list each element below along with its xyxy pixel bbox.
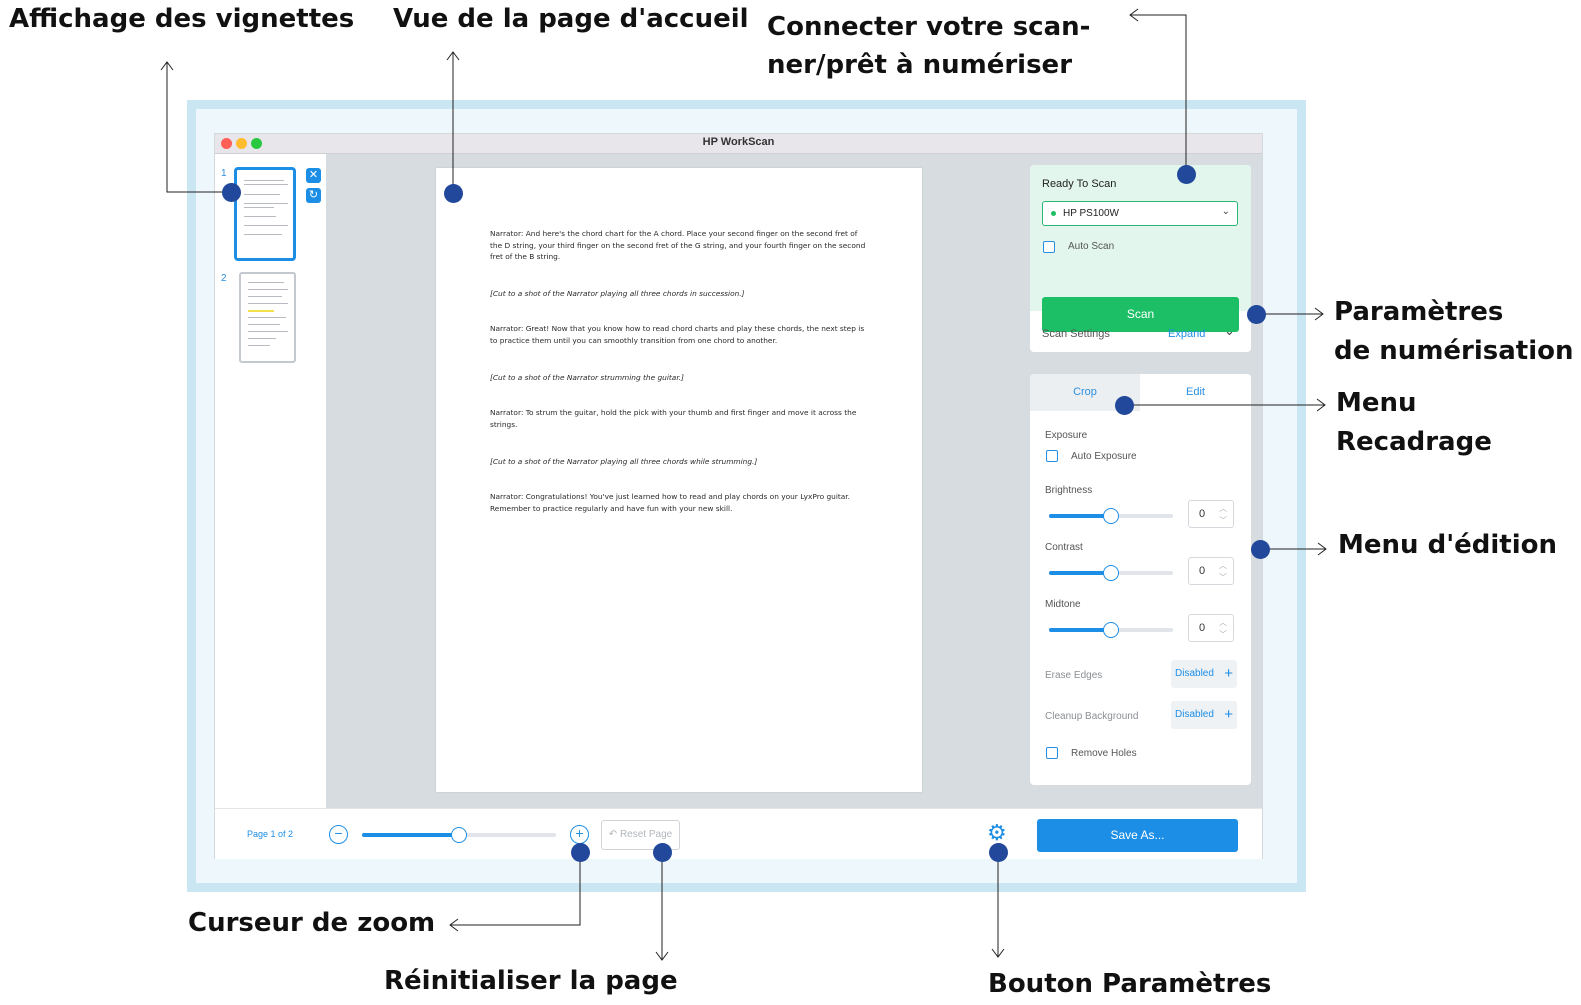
- callout-connectors: [160, 8, 1327, 961]
- marker-dot: [1114, 395, 1134, 415]
- marker-dot: [570, 842, 590, 862]
- marker-dot: [1250, 539, 1270, 559]
- marker-dot: [221, 182, 241, 202]
- marker-dot: [443, 183, 463, 203]
- marker-dot: [988, 842, 1008, 862]
- marker-dot: [1176, 164, 1196, 184]
- connector-connect: [1130, 14, 1187, 174]
- connector-zoom: [450, 852, 581, 926]
- connector-thumbnails: [166, 62, 231, 193]
- marker-dot: [652, 842, 672, 862]
- marker-dot: [1246, 304, 1266, 324]
